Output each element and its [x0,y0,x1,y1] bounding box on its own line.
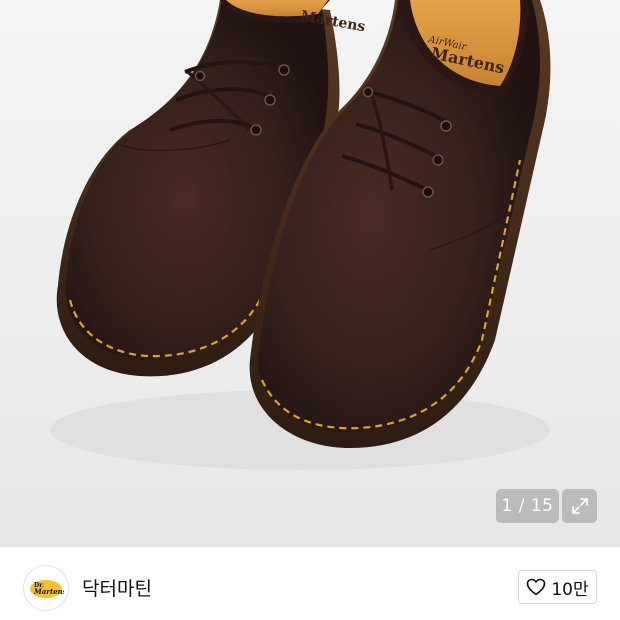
expand-button[interactable] [562,489,597,523]
svg-text:Martens: Martens [33,587,64,596]
product-image: Martens AirWair Martens [50,0,551,470]
image-counter: 1 / 15 [496,489,559,523]
product-image-gallery[interactable]: Martens AirWair Martens 1 / 15 [0,0,620,547]
brand-bar: Dr. Martens 닥터마틴 10만 [0,547,620,620]
like-count: 10만 [551,579,589,600]
dr-martens-logo-icon: Dr. Martens [30,580,64,598]
like-button[interactable]: 10만 [518,570,597,604]
heart-icon [527,578,546,596]
expand-icon [571,498,588,514]
brand-name[interactable]: 닥터마틴 [82,574,152,601]
brand-logo[interactable]: Dr. Martens [23,565,69,611]
